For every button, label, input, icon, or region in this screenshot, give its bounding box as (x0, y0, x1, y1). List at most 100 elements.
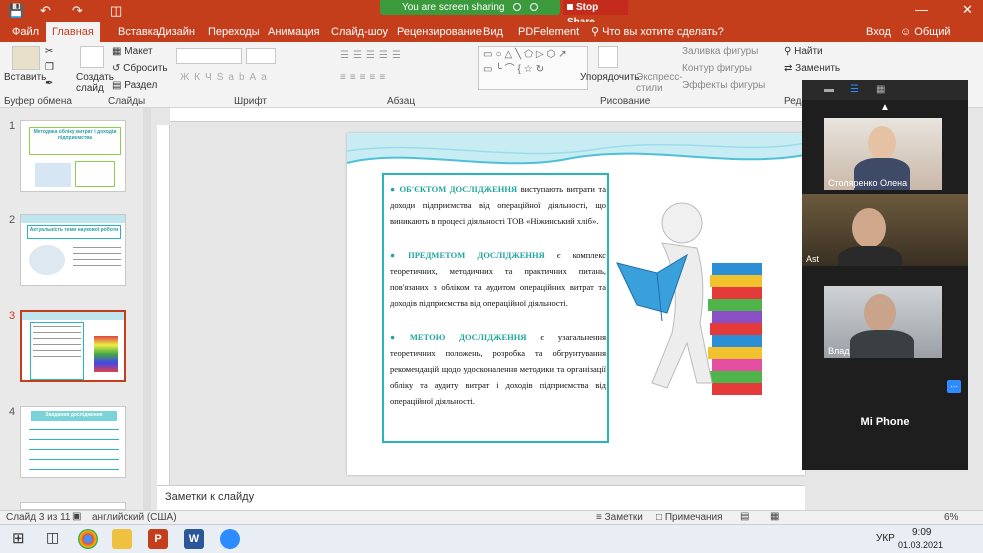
gallery-view-icon[interactable]: ▦ (876, 84, 885, 95)
stop-share-button[interactable]: Stop Share (563, 0, 628, 28)
screen-sharing-label: You are screen sharing (401, 2, 505, 13)
clock-date[interactable]: 01.03.2021 (898, 540, 943, 550)
windows-start-icon[interactable]: ⊞ (12, 529, 25, 547)
bullet-text: є узагальнення теоретичних положень, роз… (390, 332, 606, 406)
clock-time[interactable]: 9:09 (912, 527, 931, 538)
thumbnail-slide-4[interactable]: Завдання дослідження (20, 406, 126, 478)
status-bar: Слайд 3 из 11 ▣ английский (США) ≡ Замет… (0, 510, 983, 524)
tab-design[interactable]: Дизайн (152, 22, 201, 42)
replace-label: Заменить (795, 63, 841, 74)
file-explorer-icon[interactable] (112, 529, 132, 549)
shapes-icons: ▭○△╲⬠▷⬡↗ ▭╰⌒{☆↻ (483, 49, 570, 75)
font-format-icons[interactable]: ЖКЧSabAa (180, 72, 272, 83)
zoom-app-icon[interactable] (220, 529, 240, 549)
list-icons[interactable]: ☰☰☰☰☰ (340, 50, 405, 61)
save-icon[interactable]: 💾 (8, 3, 24, 19)
language-indicator[interactable]: английский (США) (92, 512, 177, 523)
thumbnail-slide-1[interactable]: Методика обліку витрат і доходів підприє… (20, 120, 126, 192)
thumbnail-slide-3[interactable] (20, 310, 126, 382)
sorter-view-icon[interactable]: ▦ (770, 511, 779, 522)
screen-sharing-banner: You are screen sharing (380, 0, 560, 15)
shape-effects-button[interactable]: Эффекты фигуры (682, 80, 765, 91)
content-textbox[interactable]: ● ОБ'ЄКТОМ ДОСЛІДЖЕННЯ виступають витрати… (382, 173, 609, 443)
task-view-icon[interactable]: ◫ (46, 529, 59, 546)
group-slides: Слайды (108, 96, 146, 107)
redo-icon[interactable]: ↷ (72, 3, 83, 19)
powerpoint-icon[interactable]: P (148, 529, 168, 549)
arrange-button[interactable]: Упорядочить (580, 72, 640, 83)
stop-icon (567, 4, 573, 10)
thumbnails-scrollbar[interactable] (143, 108, 151, 510)
thumb-number: 2 (9, 214, 16, 226)
minimize-icon[interactable]: — (915, 2, 928, 17)
thumbnail-slide-2[interactable]: Актуальність теми наукової роботи (20, 214, 126, 286)
tab-home[interactable]: Главная (46, 22, 100, 42)
close-icon[interactable]: ✕ (962, 2, 973, 18)
section-label: Раздел (124, 80, 158, 91)
tell-me-search[interactable]: ⚲ Что вы хотите сделать? (585, 22, 730, 42)
notes-pane[interactable]: Заметки к слайду (157, 485, 805, 510)
tab-slideshow[interactable]: Слайд-шоу (325, 22, 394, 42)
reset-button[interactable]: ↺ Сбросить (112, 63, 168, 74)
word-icon[interactable]: W (184, 529, 204, 549)
signin-link[interactable]: Вход (860, 22, 897, 42)
normal-view-icon[interactable]: ▤ (740, 511, 749, 522)
shape-outline-button[interactable]: Контур фигуры (682, 63, 752, 74)
quick-styles-button[interactable]: Экспресс-стили (636, 72, 683, 94)
speaker-view-icon[interactable]: ☰ (850, 84, 859, 95)
notes-placeholder: Заметки к слайду (165, 491, 255, 503)
spellcheck-icon[interactable]: ▣ (72, 511, 81, 522)
share-button[interactable]: ☺ Общий доступ (894, 22, 983, 58)
video-tile-participant-2[interactable]: Ast (802, 194, 968, 266)
zoom-level[interactable]: 6% (944, 512, 958, 523)
format-painter-icon[interactable]: ✒ (45, 78, 53, 89)
tab-file[interactable]: Файл (6, 22, 45, 42)
thumb-number: 1 (9, 120, 16, 132)
bullet-heading: МЕТОЮ ДОСЛІДЖЕННЯ (409, 332, 527, 342)
thumb-title: Методика обліку витрат і доходів підприє… (33, 129, 117, 141)
section-button[interactable]: ▤ Раздел (112, 80, 157, 91)
more-options-button[interactable]: ... (947, 380, 961, 393)
align-icons[interactable]: ≡≡≡≡≡ (340, 72, 389, 83)
font-name-input[interactable] (176, 48, 242, 64)
paste-button[interactable]: Вставить (4, 72, 46, 83)
video-tile-participant-3[interactable]: Влад (824, 286, 942, 358)
replace-button[interactable]: ⇄ Заменить (784, 63, 840, 74)
copy-icon[interactable]: ❐ (45, 62, 54, 73)
shape-fill-button[interactable]: Заливка фигуры (682, 46, 758, 57)
tab-transitions[interactable]: Переходы (202, 22, 266, 42)
shapes-gallery[interactable]: ▭○△╲⬠▷⬡↗ ▭╰⌒{☆↻ (478, 46, 588, 90)
stop-circle-icon[interactable] (513, 3, 522, 12)
bullet-goal: ● МЕТОЮ ДОСЛІДЖЕННЯ є узагальнення теорет… (390, 332, 606, 406)
new-slide-button[interactable]: Создать слайд (76, 72, 114, 94)
video-tile-participant-1[interactable]: Столяренко Олена (824, 118, 942, 190)
tab-pdfelement[interactable]: PDFelement (512, 22, 585, 42)
notes-toggle[interactable]: ≡ Заметки (596, 512, 643, 523)
device-name: Mi Phone (860, 416, 910, 428)
tab-view[interactable]: Вид (477, 22, 509, 42)
slide-counter: Слайд 3 из 11 (6, 512, 71, 523)
layout-button[interactable]: ▦ Макет (112, 46, 153, 57)
find-button[interactable]: ⚲ Найти (784, 46, 823, 57)
start-icon[interactable]: ◫ (110, 3, 122, 19)
keyboard-language[interactable]: УКР (876, 533, 895, 544)
new-slide-icon[interactable] (80, 46, 104, 68)
undo-icon[interactable]: ↶ (40, 3, 51, 19)
paste-icon[interactable] (12, 46, 40, 70)
thumbnail-slide-5[interactable] (20, 502, 126, 510)
slide-canvas[interactable]: ● ОБ'ЄКТОМ ДОСЛІДЖЕННЯ виступають витрати… (347, 133, 805, 475)
minimize-panel-icon[interactable]: ▬ (824, 84, 834, 95)
chrome-icon[interactable] (78, 529, 98, 549)
arrange-icon[interactable] (598, 46, 618, 68)
scroll-up-icon[interactable]: ▲ (880, 102, 890, 113)
comments-toggle[interactable]: □ Примечания (656, 512, 723, 523)
bullet-subject: ● ПРЕДМЕТОМ ДОСЛІДЖЕННЯ є комплекс теорет… (390, 250, 607, 308)
cut-icon[interactable]: ✂ (45, 46, 53, 57)
tab-review[interactable]: Рецензирование (391, 22, 488, 42)
font-size-input[interactable] (246, 48, 276, 64)
tab-animation[interactable]: Анимация (262, 22, 326, 42)
participant-name: Влад (828, 346, 850, 356)
group-paragraph: Абзац (387, 96, 416, 107)
tell-me-label: Что вы хотите сделать? (602, 26, 724, 38)
layout-label: Макет (124, 46, 153, 57)
